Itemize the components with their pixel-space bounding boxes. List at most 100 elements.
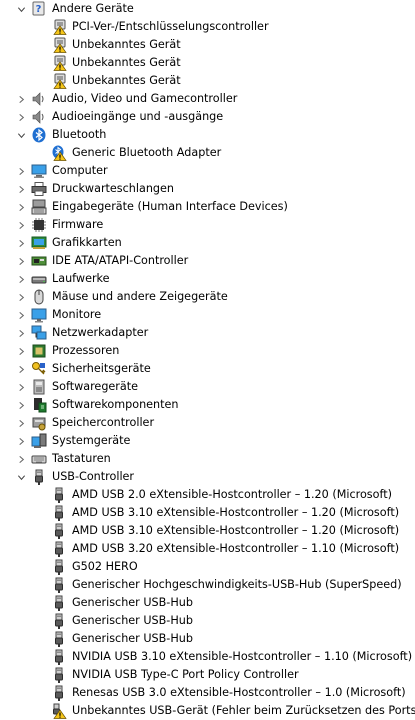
unknown-device-icon: ? — [31, 1, 47, 17]
device-category[interactable]: Softwarekomponenten — [0, 396, 179, 414]
expand-chevron-icon[interactable] — [14, 360, 28, 378]
usb-plug-icon — [51, 613, 67, 629]
expand-chevron-icon[interactable] — [14, 288, 28, 306]
device-label: Laufwerke — [52, 272, 110, 285]
device-category[interactable]: Sicherheitsgeräte — [0, 360, 151, 378]
expand-chevron-icon[interactable] — [14, 162, 28, 180]
device-label: NVIDIA USB 3.10 eXtensible-Hostcontrolle… — [72, 650, 413, 663]
usb-plug-icon — [51, 559, 67, 575]
device-category[interactable]: Audioeingänge und -ausgänge — [0, 108, 223, 126]
bluetooth-warning-icon — [51, 145, 67, 161]
usb-plug-icon — [51, 595, 67, 611]
device-label: Audio, Video und Gamecontroller — [52, 92, 238, 105]
collapse-chevron-icon[interactable] — [14, 0, 28, 18]
device-category[interactable]: Softwaregeräte — [0, 378, 138, 396]
expand-chevron-icon[interactable] — [14, 324, 28, 342]
device-item[interactable]: Unbekanntes USB-Gerät (Fehler beim Zurüc… — [0, 702, 415, 720]
device-item[interactable]: AMD USB 3.20 eXtensible-Hostcontroller –… — [0, 540, 399, 558]
device-label: Andere Geräte — [52, 2, 134, 15]
device-label: PCI-Ver-/Entschlüsselungscontroller — [72, 20, 269, 33]
collapse-chevron-icon[interactable] — [14, 468, 28, 486]
device-item[interactable]: Unbekanntes Gerät — [0, 72, 181, 90]
device-label: Audioeingänge und -ausgänge — [52, 110, 224, 123]
expand-chevron-icon[interactable] — [14, 234, 28, 252]
device-item[interactable]: Generischer USB-Hub — [0, 594, 193, 612]
device-category[interactable]: ? Andere Geräte — [0, 0, 134, 18]
device-item[interactable]: Generischer USB-Hub — [0, 630, 193, 648]
device-label: Netzwerkadapter — [52, 326, 149, 339]
device-item[interactable]: AMD USB 2.0 eXtensible-Hostcontroller – … — [0, 486, 392, 504]
expand-chevron-icon[interactable] — [14, 432, 28, 450]
ide-controller-icon — [31, 253, 47, 269]
device-item[interactable]: AMD USB 3.10 eXtensible-Hostcontroller –… — [0, 504, 399, 522]
device-category[interactable]: Laufwerke — [0, 270, 110, 288]
device-item[interactable]: PCI-Ver-/Entschlüsselungscontroller — [0, 18, 269, 36]
device-item[interactable]: Generic Bluetooth Adapter — [0, 144, 221, 162]
device-category[interactable]: Grafikkarten — [0, 234, 122, 252]
system-devices-icon — [31, 433, 47, 449]
expand-chevron-icon[interactable] — [14, 414, 28, 432]
usb-plug-icon — [51, 631, 67, 647]
device-item[interactable]: NVIDIA USB 3.10 eXtensible-Hostcontrolle… — [0, 648, 412, 666]
warning-device-icon — [51, 73, 67, 89]
expand-chevron-icon[interactable] — [14, 198, 28, 216]
device-category[interactable]: Mäuse und andere Zeigegeräte — [0, 288, 228, 306]
device-label: Prozessoren — [52, 344, 120, 357]
device-category[interactable]: Druckwarteschlangen — [0, 180, 174, 198]
device-label: Eingabegeräte (Human Interface Devices) — [52, 200, 288, 213]
device-item[interactable]: Generischer Hochgeschwindigkeits-USB-Hub… — [0, 576, 402, 594]
device-label: AMD USB 3.10 eXtensible-Hostcontroller –… — [72, 506, 400, 519]
device-category[interactable]: Netzwerkadapter — [0, 324, 148, 342]
expand-chevron-icon[interactable] — [14, 216, 28, 234]
device-item[interactable]: Unbekanntes Gerät — [0, 54, 181, 72]
expand-chevron-icon[interactable] — [14, 306, 28, 324]
device-category[interactable]: Tastaturen — [0, 450, 111, 468]
network-adapter-icon — [31, 325, 47, 341]
device-category[interactable]: Audio, Video und Gamecontroller — [0, 90, 237, 108]
device-category[interactable]: Eingabegeräte (Human Interface Devices) — [0, 198, 288, 216]
device-category[interactable]: Speichercontroller — [0, 414, 154, 432]
device-label: Bluetooth — [52, 128, 107, 141]
device-label: Monitore — [52, 308, 102, 321]
device-category[interactable]: USB-Controller — [0, 468, 134, 486]
expand-chevron-icon[interactable] — [14, 252, 28, 270]
device-item[interactable]: Unbekanntes Gerät — [0, 36, 181, 54]
device-category[interactable]: Computer — [0, 162, 108, 180]
device-category[interactable]: Bluetooth — [0, 126, 106, 144]
expand-chevron-icon[interactable] — [14, 396, 28, 414]
device-item[interactable]: AMD USB 3.10 eXtensible-Hostcontroller –… — [0, 522, 399, 540]
expand-chevron-icon[interactable] — [14, 342, 28, 360]
expand-chevron-icon[interactable] — [14, 450, 28, 468]
device-item[interactable]: Generischer USB-Hub — [0, 612, 193, 630]
device-category[interactable]: Firmware — [0, 216, 103, 234]
device-label: Softwaregeräte — [52, 380, 139, 393]
device-label: Firmware — [52, 218, 104, 231]
collapse-chevron-icon[interactable] — [14, 126, 28, 144]
device-label: Unbekanntes Gerät — [72, 74, 181, 87]
device-label: AMD USB 2.0 eXtensible-Hostcontroller – … — [72, 488, 392, 501]
warning-device-icon — [51, 19, 67, 35]
software-device-icon — [31, 379, 47, 395]
usb-plug-icon — [51, 577, 67, 593]
usb-plug-icon — [51, 487, 67, 503]
disk-drive-icon — [31, 271, 47, 287]
device-category[interactable]: IDE ATA/ATAPI-Controller — [0, 252, 188, 270]
device-category[interactable]: Monitore — [0, 306, 101, 324]
usb-plug-icon — [51, 649, 67, 665]
device-label: Mäuse und andere Zeigegeräte — [52, 290, 228, 303]
expand-chevron-icon[interactable] — [14, 180, 28, 198]
expand-chevron-icon[interactable] — [14, 90, 28, 108]
expand-chevron-icon[interactable] — [14, 270, 28, 288]
expand-chevron-icon[interactable] — [14, 108, 28, 126]
device-category[interactable]: Prozessoren — [0, 342, 119, 360]
speaker-icon — [31, 109, 47, 125]
device-item[interactable]: G502 HERO — [0, 558, 138, 576]
printer-icon — [31, 181, 47, 197]
device-item[interactable]: NVIDIA USB Type-C Port Policy Controller — [0, 666, 299, 684]
device-category[interactable]: Systemgeräte — [0, 432, 130, 450]
device-item[interactable]: Renesas USB 3.0 eXtensible-Hostcontrolle… — [0, 684, 406, 702]
device-label: Generic Bluetooth Adapter — [72, 146, 222, 159]
usb-warning-icon — [51, 703, 67, 719]
device-label: Druckwarteschlangen — [52, 182, 175, 195]
expand-chevron-icon[interactable] — [14, 378, 28, 396]
